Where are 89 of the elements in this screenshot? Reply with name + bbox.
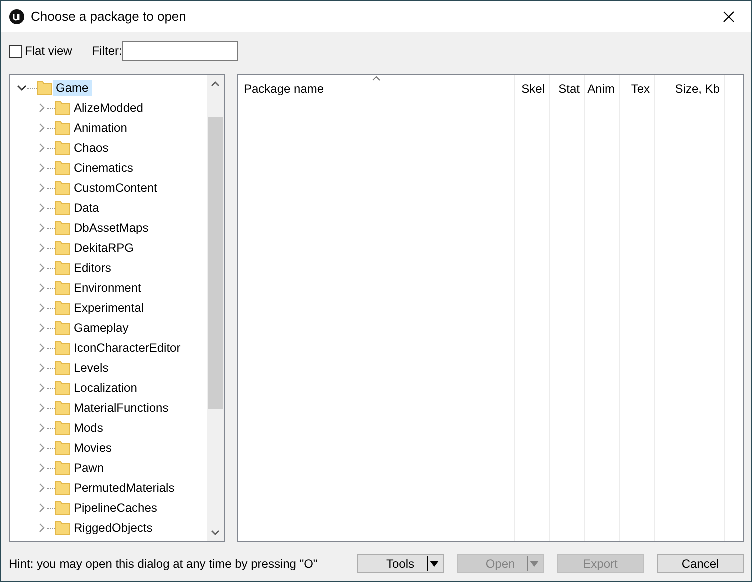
expand-icon[interactable] — [37, 403, 47, 413]
folder-icon — [55, 100, 71, 116]
expand-icon[interactable] — [37, 503, 47, 513]
expand-icon[interactable] — [37, 303, 47, 313]
tree-item[interactable]: Experimental — [71, 300, 148, 316]
tree-item[interactable]: RiggedObjects — [71, 520, 156, 536]
expand-icon[interactable] — [37, 483, 47, 493]
folder-icon — [55, 480, 71, 496]
column-header[interactable]: Tex — [620, 75, 654, 103]
tree-item[interactable]: MaterialFunctions — [71, 400, 172, 416]
expand-icon[interactable] — [37, 203, 47, 213]
caret-icon[interactable] — [430, 560, 439, 566]
expand-icon[interactable] — [37, 283, 47, 293]
folder-icon — [37, 80, 53, 96]
tree-item[interactable]: IconCharacterEditor — [71, 340, 184, 356]
tree-item[interactable]: Environment — [71, 280, 144, 296]
tree-item[interactable]: Localization — [71, 380, 140, 396]
expand-icon[interactable] — [37, 143, 47, 153]
tree-item[interactable]: Levels — [71, 360, 112, 376]
folder-icon — [55, 260, 71, 276]
column-header[interactable]: Package name — [238, 75, 514, 103]
tree-item[interactable]: Pawn — [71, 460, 108, 476]
expand-icon[interactable] — [37, 343, 47, 353]
folder-icon — [55, 500, 71, 516]
dialog-button[interactable]: Tools — [357, 554, 444, 573]
tree-item[interactable]: Editors — [71, 260, 114, 276]
folder-icon — [55, 120, 71, 136]
column-header[interactable]: Size, Kb — [655, 75, 724, 103]
folder-icon — [55, 380, 71, 396]
tree-item[interactable]: Cinematics — [71, 160, 136, 176]
folder-icon — [55, 140, 71, 156]
folder-icon — [55, 240, 71, 256]
folder-icon — [55, 400, 71, 416]
expand-icon[interactable] — [37, 103, 47, 113]
folder-icon — [55, 320, 71, 336]
tree-item[interactable]: Chaos — [71, 140, 112, 156]
flat-view-checkbox[interactable] — [9, 44, 22, 58]
scroll-up-icon[interactable] — [211, 80, 220, 86]
expand-icon[interactable] — [37, 323, 47, 333]
filter-label: Filter: — [92, 44, 122, 58]
folder-icon — [55, 160, 71, 176]
folder-icon — [55, 340, 71, 356]
folder-icon — [55, 520, 71, 536]
app-logo-icon — [9, 8, 25, 24]
tree-item[interactable]: Animation — [71, 120, 130, 136]
tree-item[interactable]: Gameplay — [71, 320, 132, 336]
tree-item[interactable]: Mods — [71, 420, 106, 436]
expand-icon[interactable] — [37, 423, 47, 433]
tree-item[interactable]: PermutedMaterials — [71, 480, 178, 496]
dialog-button[interactable]: Cancel — [657, 554, 744, 573]
folder-icon — [55, 280, 71, 296]
expand-icon[interactable] — [37, 263, 47, 273]
tree-item[interactable]: Movies — [71, 440, 116, 456]
tree-item[interactable]: Game — [53, 80, 92, 96]
scrollbar[interactable] — [207, 75, 224, 541]
tree-item[interactable]: PipelineCaches — [71, 500, 160, 516]
scroll-down-icon[interactable] — [211, 530, 220, 536]
column-header[interactable]: Anim — [585, 75, 619, 103]
folder-icon — [55, 220, 71, 236]
expand-icon[interactable] — [37, 163, 47, 173]
window-title: Choose a package to open — [31, 9, 186, 24]
folder-icon — [55, 200, 71, 216]
expand-icon[interactable] — [37, 243, 47, 253]
expand-icon[interactable] — [37, 443, 47, 453]
expand-icon[interactable] — [37, 123, 47, 133]
expand-icon[interactable] — [37, 363, 47, 373]
folder-icon — [55, 180, 71, 196]
folder-icon — [55, 460, 71, 476]
collapse-icon[interactable] — [17, 83, 27, 93]
expand-icon[interactable] — [37, 183, 47, 193]
folder-icon — [55, 360, 71, 376]
tree-item[interactable]: DekitaRPG — [71, 240, 138, 256]
folder-icon — [55, 440, 71, 456]
tree-item[interactable]: AlizeModded — [71, 100, 146, 116]
folder-icon — [55, 300, 71, 316]
tree-item[interactable]: Data — [71, 200, 102, 216]
folder-icon — [55, 420, 71, 436]
expand-icon[interactable] — [37, 383, 47, 393]
filter-field[interactable] — [122, 41, 238, 61]
expand-icon[interactable] — [37, 523, 47, 533]
expand-icon[interactable] — [37, 463, 47, 473]
tree-item[interactable]: DbAssetMaps — [71, 220, 152, 236]
column-header[interactable]: Skel — [515, 75, 549, 103]
column-header[interactable]: Stat — [550, 75, 584, 103]
tree-item[interactable]: CustomContent — [71, 180, 160, 196]
flat-view-label: Flat view — [25, 44, 72, 58]
expand-icon[interactable] — [37, 223, 47, 233]
close-icon[interactable] — [723, 10, 735, 22]
hint-text: Hint: you may open this dialog at any time by pressing "O" — [9, 556, 319, 570]
